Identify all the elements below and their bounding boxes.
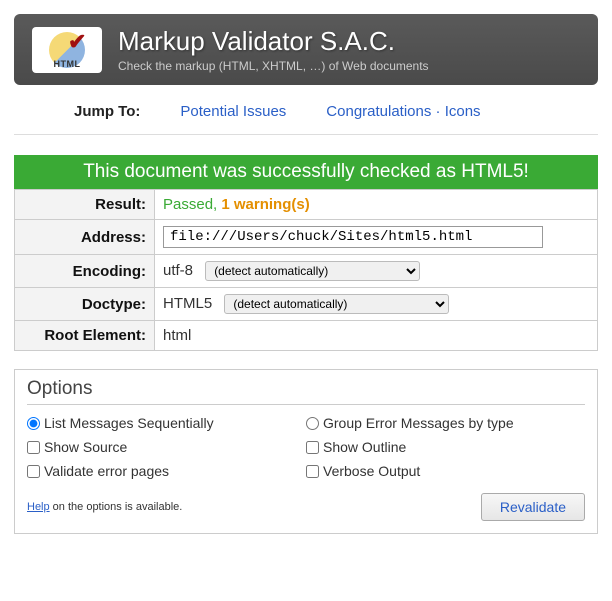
doctype-value: HTML5 (163, 295, 212, 312)
options-title: Options (27, 378, 585, 405)
root-value: html (155, 321, 598, 351)
opt-validate-error-pages[interactable]: Validate error pages (27, 463, 306, 479)
root-label: Root Element: (15, 321, 155, 351)
checkbox-verbose-output[interactable] (306, 465, 319, 478)
revalidate-button[interactable]: Revalidate (481, 493, 585, 521)
row-address: Address: (15, 220, 598, 255)
radio-list-sequentially[interactable] (27, 417, 40, 430)
result-warning-text: 1 warning(s) (221, 196, 309, 213)
help-link[interactable]: Help (27, 501, 50, 513)
opt-verbose-output[interactable]: Verbose Output (306, 463, 585, 479)
radio-group-by-type[interactable] (306, 417, 319, 430)
doctype-detect-select[interactable]: (detect automatically) (224, 294, 449, 314)
address-label: Address: (15, 220, 155, 255)
checkmark-icon: ✔ (68, 29, 88, 49)
opt-show-source[interactable]: Show Source (27, 439, 306, 455)
encoding-cell: utf-8 (detect automatically) (155, 255, 598, 288)
logo-text: HTML (54, 59, 81, 69)
page-subtitle: Check the markup (HTML, XHTML, …) of Web… (118, 59, 429, 73)
address-cell (155, 220, 598, 255)
opt-show-outline[interactable]: Show Outline (306, 439, 585, 455)
result-value: Passed, 1 warning(s) (155, 190, 598, 220)
result-passed-text: Passed, (163, 196, 221, 213)
doctype-label: Doctype: (15, 288, 155, 321)
encoding-value: utf-8 (163, 262, 193, 279)
options-grid: List Messages Sequentially Group Error M… (27, 415, 585, 479)
opt-validate-error-pages-label: Validate error pages (44, 463, 169, 479)
help-text: Help on the options is available. (27, 501, 182, 513)
row-doctype: Doctype: HTML5 (detect automatically) (15, 288, 598, 321)
link-potential-issues[interactable]: Potential Issues (180, 103, 286, 120)
opt-show-outline-label: Show Outline (323, 439, 406, 455)
result-table: Result: Passed, 1 warning(s) Address: En… (14, 189, 598, 351)
opt-group-by-type-label: Group Error Messages by type (323, 415, 514, 431)
checkbox-validate-error-pages[interactable] (27, 465, 40, 478)
header-text: Markup Validator S.A.C. Check the markup… (118, 26, 429, 73)
checkbox-show-source[interactable] (27, 441, 40, 454)
encoding-detect-select[interactable]: (detect automatically) (205, 261, 420, 281)
opt-show-source-label: Show Source (44, 439, 127, 455)
row-root: Root Element: html (15, 321, 598, 351)
page-title: Markup Validator S.A.C. (118, 26, 429, 57)
success-banner: This document was successfully checked a… (14, 155, 598, 189)
opt-verbose-output-label: Verbose Output (323, 463, 420, 479)
opt-list-sequentially-label: List Messages Sequentially (44, 415, 214, 431)
row-result: Result: Passed, 1 warning(s) (15, 190, 598, 220)
doctype-cell: HTML5 (detect automatically) (155, 288, 598, 321)
help-rest: on the options is available. (50, 501, 183, 513)
address-input[interactable] (163, 226, 543, 248)
opt-group-by-type[interactable]: Group Error Messages by type (306, 415, 585, 431)
jumpnav-label: Jump To: (74, 103, 140, 120)
options-footer: Help on the options is available. Revali… (27, 493, 585, 521)
result-label: Result: (15, 190, 155, 220)
link-congratulations-icons[interactable]: Congratulations · Icons (326, 103, 480, 120)
row-encoding: Encoding: utf-8 (detect automatically) (15, 255, 598, 288)
encoding-label: Encoding: (15, 255, 155, 288)
options-panel: Options List Messages Sequentially Group… (14, 369, 598, 534)
logo: ✔ HTML (32, 27, 102, 73)
checkbox-show-outline[interactable] (306, 441, 319, 454)
header-banner: ✔ HTML Markup Validator S.A.C. Check the… (14, 14, 598, 85)
jump-nav: Jump To: Potential Issues Congratulation… (14, 85, 598, 135)
opt-list-sequentially[interactable]: List Messages Sequentially (27, 415, 306, 431)
